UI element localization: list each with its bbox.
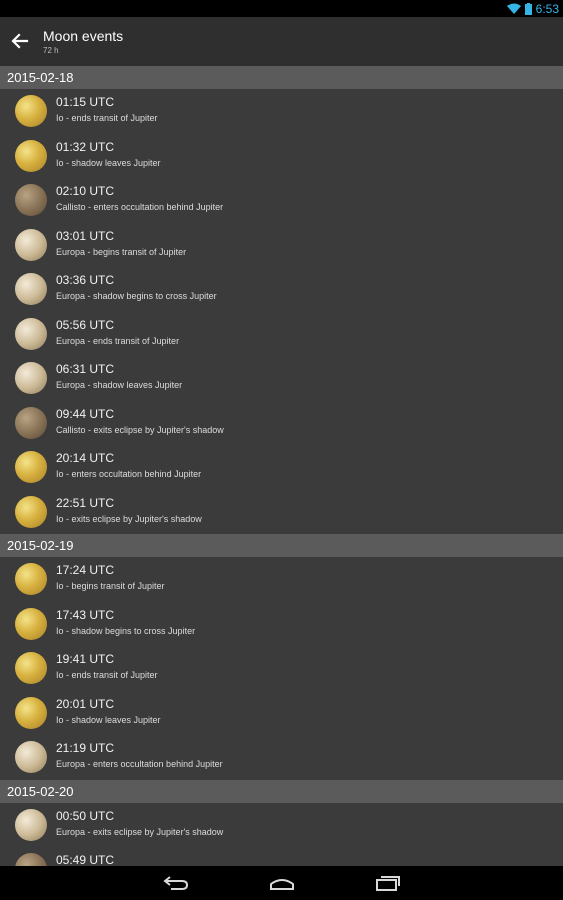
io-moon-icon [15, 451, 47, 483]
list-item[interactable]: 20:14 UTC Io - enters occultation behind… [0, 445, 563, 490]
status-bar: 6:53 [0, 0, 563, 17]
event-time: 17:43 UTC [56, 607, 115, 622]
event-time: 17:24 UTC [56, 563, 115, 577]
list-item[interactable]: 17:43 UTC Io - shadow begins to cross Ju… [0, 602, 563, 647]
event-description: Io - shadow begins to cross Jupiter [56, 625, 196, 636]
io-moon-icon [15, 652, 47, 684]
event-time: 01:15 UTC [56, 95, 115, 109]
io-moon-icon [15, 607, 47, 640]
event-time: 05:56 UTC [56, 317, 115, 332]
list-item[interactable]: 06:31 UTC Europa - shadow leaves Jupiter [0, 356, 563, 401]
action-bar: Moon events 72 h [0, 17, 563, 66]
event-time: 03:36 UTC [56, 273, 115, 287]
status-time: 6:53 [535, 1, 559, 16]
event-description: Io - enters occultation behind Jupiter [56, 469, 202, 479]
nav-home-icon[interactable] [269, 875, 295, 891]
event-time: 01:32 UTC [56, 139, 115, 154]
event-list[interactable]: 2015-02-18 01:15 UTC Io - ends transit o… [0, 66, 563, 866]
event-time: 00:50 UTC [56, 808, 115, 823]
wifi-icon [506, 3, 521, 14]
nav-back-icon[interactable] [162, 875, 189, 891]
event-time: 02:10 UTC [56, 184, 115, 198]
list-item[interactable]: 01:15 UTC Io - ends transit of Jupiter [0, 89, 563, 134]
event-description: Europa - exits eclipse by Jupiter's shad… [56, 826, 224, 837]
event-time: 19:41 UTC [56, 652, 115, 666]
event-description: Callisto - exits eclipse by Jupiter's sh… [56, 424, 224, 435]
event-description: Europa - shadow begins to cross Jupiter [56, 291, 217, 301]
event-description: Europa - begins transit of Jupiter [56, 246, 187, 257]
section-header-2015-02-19: 2015-02-19 [0, 534, 563, 557]
list-item[interactable]: 05:56 UTC Europa - ends transit of Jupit… [0, 312, 563, 357]
event-time: 21:19 UTC [56, 741, 115, 755]
list-item[interactable]: 03:01 UTC Europa - begins transit of Jup… [0, 223, 563, 268]
event-time: 03:01 UTC [56, 228, 115, 243]
list-item[interactable]: 20:01 UTC Io - shadow leaves Jupiter [0, 691, 563, 736]
list-item[interactable]: 19:41 UTC Io - ends transit of Jupiter [0, 646, 563, 691]
europa-moon-icon [15, 228, 47, 261]
event-description: Io - ends transit of Jupiter [56, 670, 158, 680]
list-item[interactable]: 17:24 UTC Io - begins transit of Jupiter [0, 557, 563, 602]
list-item[interactable]: 02:10 UTC Callisto - enters occultation … [0, 178, 563, 223]
event-time: 09:44 UTC [56, 406, 115, 421]
event-time: 05:49 UTC [56, 853, 115, 866]
io-moon-icon [15, 95, 47, 127]
event-time: 20:01 UTC [56, 696, 115, 711]
section-header-2015-02-20: 2015-02-20 [0, 779, 563, 803]
section-header-2015-02-18: 2015-02-18 [0, 66, 563, 89]
navigation-bar [0, 866, 563, 900]
europa-moon-icon [15, 808, 47, 841]
nav-recents-icon[interactable] [375, 875, 401, 891]
event-description: Io - shadow leaves Jupiter [56, 157, 161, 168]
event-description: Io - begins transit of Jupiter [56, 581, 165, 591]
list-item[interactable]: 05:49 UTC [0, 847, 563, 866]
io-moon-icon [15, 139, 47, 172]
list-item[interactable]: 21:19 UTC Europa - enters occultation be… [0, 735, 563, 780]
event-description: Io - shadow leaves Jupiter [56, 714, 161, 725]
page-subtitle: 72 h [43, 46, 59, 55]
event-description: Callisto - enters occultation behind Jup… [56, 202, 224, 212]
event-time: 22:51 UTC [56, 495, 115, 510]
back-arrow-icon[interactable] [10, 31, 30, 51]
list-item[interactable]: 01:32 UTC Io - shadow leaves Jupiter [0, 134, 563, 179]
battery-icon [524, 2, 532, 15]
callisto-moon-icon [15, 853, 47, 866]
io-moon-icon [15, 696, 47, 729]
list-item[interactable]: 09:44 UTC Callisto - exits eclipse by Ju… [0, 401, 563, 446]
list-item[interactable]: 22:51 UTC Io - exits eclipse by Jupiter'… [0, 490, 563, 535]
event-description: Europa - enters occultation behind Jupit… [56, 759, 223, 769]
list-item[interactable]: 00:50 UTC Europa - exits eclipse by Jupi… [0, 803, 563, 848]
event-time: 06:31 UTC [56, 362, 115, 376]
callisto-moon-icon [15, 406, 47, 439]
europa-moon-icon [15, 273, 47, 305]
list-item[interactable]: 03:36 UTC Europa - shadow begins to cros… [0, 267, 563, 312]
event-description: Io - ends transit of Jupiter [56, 113, 158, 123]
event-description: Europa - shadow leaves Jupiter [56, 380, 183, 390]
event-time: 20:14 UTC [56, 451, 115, 465]
europa-moon-icon [15, 362, 47, 394]
page-title: Moon events [43, 28, 124, 44]
europa-moon-icon [15, 317, 47, 350]
event-description: Io - exits eclipse by Jupiter's shadow [56, 513, 202, 524]
event-description: Europa - ends transit of Jupiter [56, 335, 180, 346]
io-moon-icon [15, 563, 47, 595]
callisto-moon-icon [15, 184, 47, 216]
europa-moon-icon [15, 741, 47, 773]
io-moon-icon [15, 495, 47, 528]
